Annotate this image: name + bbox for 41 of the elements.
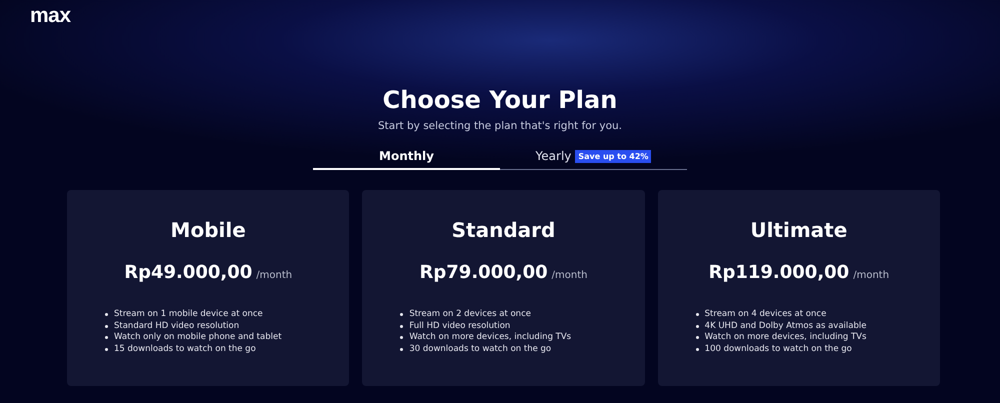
plan-name: Mobile bbox=[170, 218, 246, 242]
plan-feature: Standard HD video resolution bbox=[114, 320, 240, 332]
bullet-icon bbox=[696, 348, 699, 351]
bullet-icon bbox=[105, 313, 108, 316]
plan-price: Rp49.000,00 bbox=[124, 262, 252, 283]
plan-feature: 30 downloads to watch on the go bbox=[409, 344, 552, 355]
plan-name: Ultimate bbox=[750, 218, 848, 242]
page-title: Choose Your Plan bbox=[382, 85, 618, 116]
plan-name: Standard bbox=[452, 218, 556, 242]
plan-feature: Stream on 1 mobile device at once bbox=[114, 309, 263, 320]
billing-tab[interactable]: Yearly Save up to 42% bbox=[500, 144, 687, 170]
plan-feature: Stream on 2 devices at once bbox=[409, 309, 531, 320]
page-subtitle: Start by selecting the plan that's right for you. bbox=[377, 120, 623, 132]
plan-feature: 100 downloads to watch on the go bbox=[704, 344, 852, 355]
bullet-icon bbox=[105, 324, 108, 328]
price-period: /month bbox=[853, 270, 890, 281]
plan-feature: 4K UHD and Dolby Atmos as available bbox=[704, 320, 866, 332]
bullet-icon bbox=[105, 348, 108, 351]
bullet-icon bbox=[696, 313, 699, 316]
plan-feature: Watch on more devices, including TVs bbox=[704, 332, 866, 344]
bullet-icon bbox=[400, 348, 404, 351]
billing-tab[interactable]: Monthly bbox=[313, 144, 500, 170]
bullet-icon bbox=[105, 336, 108, 340]
plan-feature: 15 downloads to watch on the go bbox=[114, 344, 256, 355]
bullet-icon bbox=[696, 324, 699, 328]
plan-card[interactable]: Mobile Rp49.000,00 /month Stream on 1 mobile device at once Standard HD video resolution Watch only on mobile phone and tablet 15 downloads to watch on the go bbox=[67, 190, 350, 386]
bullet-icon bbox=[400, 313, 404, 316]
bullet-icon bbox=[400, 336, 404, 340]
plan-card[interactable]: Ultimate Rp119.000,00 /month Stream on 4 devices at once 4K UHD and Dolby Atmos as available Watch on more devices, including TVs 100 downloads to watch on the go bbox=[658, 190, 940, 386]
plan-feature: Full HD video resolution bbox=[409, 320, 510, 332]
bullet-icon bbox=[696, 336, 699, 340]
price-period: /month bbox=[256, 270, 292, 281]
plan-feature: Watch only on mobile phone and tablet bbox=[114, 332, 282, 344]
plan-feature: Stream on 4 devices at once bbox=[704, 309, 826, 320]
price-period: /month bbox=[552, 270, 588, 281]
logo[interactable]: max bbox=[30, 4, 71, 27]
plan-feature: Watch on more devices, including TVs bbox=[409, 332, 572, 344]
plan-price: Rp79.000,00 bbox=[420, 262, 548, 283]
plan-price: Rp119.000,00 bbox=[708, 262, 850, 283]
plan-card[interactable]: Standard Rp79.000,00 /month Stream on 2 devices at once Full HD video resolution Watch on more devices, including TVs 30 downloads to watch on the go bbox=[362, 190, 645, 386]
bullet-icon bbox=[400, 324, 404, 328]
